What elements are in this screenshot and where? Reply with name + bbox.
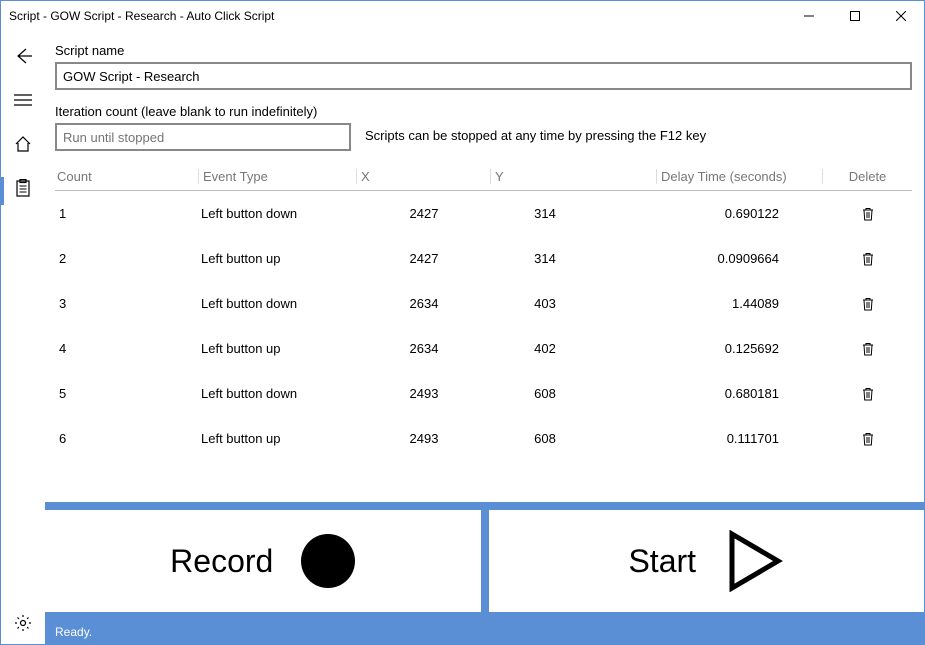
delete-row-button[interactable] — [823, 252, 912, 266]
trash-icon — [862, 342, 874, 356]
cell-event: Left button up — [199, 341, 357, 356]
table-row[interactable]: 5Left button down24936080.680181 — [55, 371, 912, 416]
cell-delay: 0.690122 — [657, 206, 823, 221]
cell-y: 402 — [491, 341, 657, 356]
cell-y: 608 — [491, 386, 657, 401]
start-button[interactable]: Start — [485, 502, 925, 620]
trash-icon — [862, 252, 874, 266]
col-delay[interactable]: Delay Time (seconds) — [657, 169, 823, 184]
cell-delay: 0.680181 — [657, 386, 823, 401]
events-table: Count Event Type X Y Delay Time (seconds… — [55, 169, 912, 502]
settings-icon — [14, 614, 32, 632]
cell-event: Left button down — [199, 386, 357, 401]
sidebar — [1, 31, 45, 644]
cell-x: 2427 — [357, 251, 491, 266]
cell-delay: 1.44089 — [657, 296, 823, 311]
cell-x: 2634 — [357, 296, 491, 311]
delete-row-button[interactable] — [823, 432, 912, 446]
cell-delay: 0.111701 — [657, 431, 823, 446]
main: Script name Iteration count (leave blank… — [45, 31, 924, 644]
start-label: Start — [628, 543, 696, 580]
delete-row-button[interactable] — [823, 387, 912, 401]
table-body: 1Left button down24273140.6901222Left bu… — [55, 191, 912, 461]
cell-y: 314 — [491, 251, 657, 266]
trash-icon — [862, 207, 874, 221]
delete-row-button[interactable] — [823, 207, 912, 221]
script-name-input[interactable] — [55, 62, 912, 90]
col-count[interactable]: Count — [55, 169, 199, 184]
cell-delay: 0.0909664 — [657, 251, 823, 266]
table-row[interactable]: 1Left button down24273140.690122 — [55, 191, 912, 236]
record-button[interactable]: Record — [45, 502, 485, 620]
content: Script name Iteration count (leave blank… — [45, 31, 924, 502]
cell-count: 2 — [55, 251, 199, 266]
table-row[interactable]: 4Left button up26344020.125692 — [55, 326, 912, 371]
cell-y: 314 — [491, 206, 657, 221]
col-x[interactable]: X — [357, 169, 491, 184]
table-row[interactable]: 2Left button up24273140.0909664 — [55, 236, 912, 281]
col-delete[interactable]: Delete — [823, 169, 912, 184]
clipboard-icon — [15, 179, 31, 197]
delete-row-button[interactable] — [823, 297, 912, 311]
body: Script name Iteration count (leave blank… — [1, 31, 924, 644]
cell-delay: 0.125692 — [657, 341, 823, 356]
maximize-icon — [850, 11, 860, 21]
close-button[interactable] — [878, 1, 924, 31]
table-row[interactable]: 6Left button up24936080.111701 — [55, 416, 912, 461]
window-title: Script - GOW Script - Research - Auto Cl… — [9, 9, 786, 23]
nav-back[interactable] — [12, 45, 34, 67]
cell-x: 2493 — [357, 431, 491, 446]
nav-scripts[interactable] — [12, 177, 34, 199]
cell-count: 4 — [55, 341, 199, 356]
col-event[interactable]: Event Type — [199, 169, 357, 184]
script-name-label: Script name — [55, 43, 912, 58]
cell-count: 6 — [55, 431, 199, 446]
close-icon — [896, 11, 906, 21]
minimize-button[interactable] — [786, 1, 832, 31]
iteration-input[interactable] — [55, 123, 351, 151]
play-icon — [724, 530, 784, 592]
app-window: Script - GOW Script - Research - Auto Cl… — [0, 0, 925, 645]
trash-icon — [862, 432, 874, 446]
record-label: Record — [170, 543, 273, 580]
cell-y: 608 — [491, 431, 657, 446]
nav-menu[interactable] — [12, 89, 34, 111]
cell-count: 3 — [55, 296, 199, 311]
cell-event: Left button up — [199, 431, 357, 446]
bottom-bar: Record Start — [45, 502, 924, 620]
back-icon — [14, 47, 32, 65]
cell-event: Left button down — [199, 296, 357, 311]
iteration-label: Iteration count (leave blank to run inde… — [55, 104, 351, 119]
titlebar: Script - GOW Script - Research - Auto Cl… — [1, 1, 924, 31]
nav-settings[interactable] — [12, 612, 34, 634]
cell-count: 5 — [55, 386, 199, 401]
cell-count: 1 — [55, 206, 199, 221]
trash-icon — [862, 387, 874, 401]
col-y[interactable]: Y — [491, 169, 657, 184]
menu-icon — [14, 93, 32, 107]
active-indicator — [1, 177, 4, 205]
record-icon — [301, 534, 355, 588]
nav-home[interactable] — [12, 133, 34, 155]
maximize-button[interactable] — [832, 1, 878, 31]
cell-y: 403 — [491, 296, 657, 311]
table-row[interactable]: 3Left button down26344031.44089 — [55, 281, 912, 326]
status-text: Ready. — [55, 625, 92, 639]
minimize-icon — [804, 11, 814, 21]
table-header: Count Event Type X Y Delay Time (seconds… — [55, 169, 912, 191]
home-icon — [14, 135, 32, 153]
cell-x: 2634 — [357, 341, 491, 356]
stop-hint: Scripts can be stopped at any time by pr… — [365, 128, 706, 143]
cell-event: Left button up — [199, 251, 357, 266]
cell-x: 2427 — [357, 206, 491, 221]
cell-event: Left button down — [199, 206, 357, 221]
trash-icon — [862, 297, 874, 311]
cell-x: 2493 — [357, 386, 491, 401]
delete-row-button[interactable] — [823, 342, 912, 356]
status-bar: Ready. — [45, 620, 924, 644]
